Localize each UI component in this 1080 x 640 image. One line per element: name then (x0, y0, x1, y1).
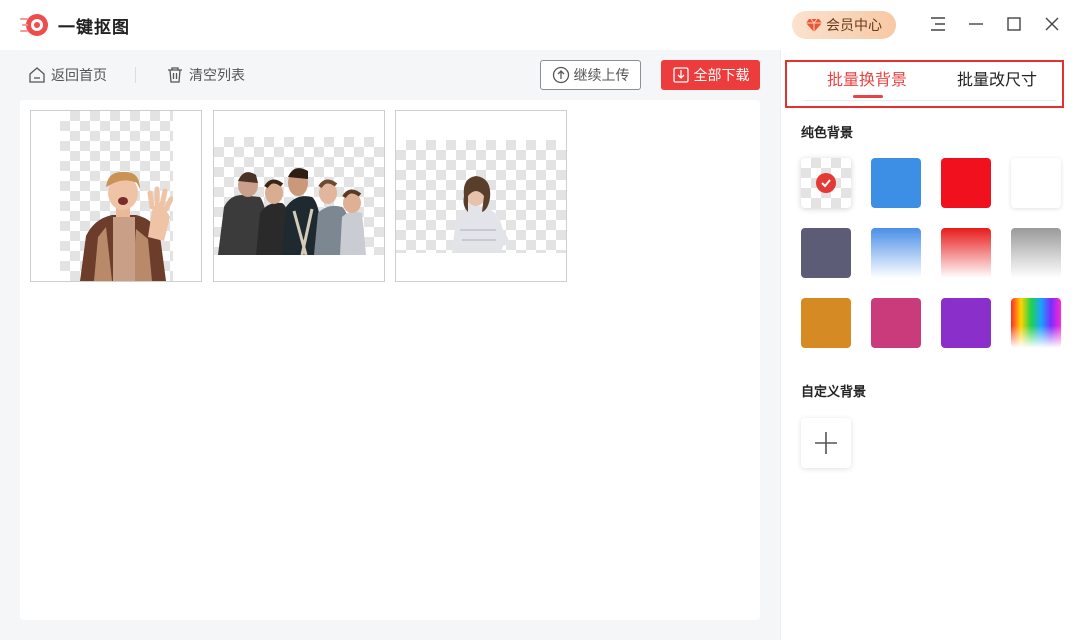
swatch-gray-gradient[interactable] (1011, 228, 1061, 278)
diamond-icon (806, 18, 822, 32)
solid-background-heading: 纯色背景 (801, 126, 854, 141)
tab-divider (803, 100, 1057, 101)
swatch-purple[interactable] (941, 298, 991, 348)
swatch-red[interactable] (941, 158, 991, 208)
plus-icon (815, 432, 837, 454)
group-of-friends-cutout (218, 168, 366, 255)
woman-waving-cutout (80, 171, 173, 281)
clear-list-label: 清空列表 (189, 68, 245, 84)
swatch-red-gradient[interactable] (941, 228, 991, 278)
vip-center-button[interactable]: 会员中心 (792, 11, 896, 39)
tab-batch-background[interactable]: 批量换背景 (827, 66, 907, 90)
upload-icon (552, 66, 569, 84)
menu-button[interactable] (928, 14, 948, 34)
minimize-button[interactable] (966, 14, 986, 34)
minimize-icon (969, 23, 983, 25)
maximize-button[interactable] (1004, 14, 1024, 34)
app-logo-icon (20, 14, 48, 36)
swatch-white[interactable] (1011, 158, 1061, 208)
close-button[interactable] (1042, 14, 1062, 34)
tab-batch-resize[interactable]: 批量改尺寸 (957, 66, 1037, 90)
menu-icon (931, 17, 945, 31)
image-thumbnail-1[interactable] (30, 110, 202, 282)
swatch-rainbow[interactable] (1011, 298, 1061, 348)
add-custom-background-button[interactable] (801, 418, 851, 468)
clear-list-button[interactable]: 清空列表 (166, 65, 245, 85)
swatch-blue-gradient[interactable] (871, 228, 921, 278)
swatch-pink[interactable] (871, 298, 921, 348)
continue-upload-button[interactable]: 继续上传 (540, 60, 641, 90)
app-title: 一键抠图 (58, 18, 130, 38)
active-tab-indicator (853, 95, 883, 98)
selected-check-icon (816, 173, 836, 193)
home-icon (29, 67, 45, 83)
download-all-button[interactable]: 全部下载 (661, 60, 760, 90)
close-icon (1045, 17, 1059, 31)
swatch-slate[interactable] (801, 228, 851, 278)
toolbar: 返回首页 清空列表 继续上传 全部下载 (20, 50, 760, 100)
image-thumbnail-2[interactable] (213, 110, 385, 282)
swatch-orange[interactable] (801, 298, 851, 348)
vip-center-label: 会员中心 (826, 18, 882, 34)
custom-background-heading: 自定义背景 (801, 385, 867, 400)
download-icon (672, 67, 689, 83)
panel-tabs: 批量换背景 批量改尺寸 (785, 60, 1064, 108)
swatch-blue[interactable] (871, 158, 921, 208)
image-thumbnail-3[interactable] (395, 110, 567, 282)
settings-panel: 批量换背景 批量改尺寸 纯色背景 自定义背景 (780, 50, 1080, 640)
back-home-label: 返回首页 (51, 68, 107, 84)
continue-upload-label: 继续上传 (573, 68, 630, 84)
back-home-button[interactable]: 返回首页 (28, 65, 107, 85)
maximize-icon (1007, 17, 1021, 31)
swatch-transparent[interactable] (801, 158, 851, 208)
trash-icon (168, 67, 182, 83)
toolbar-divider (135, 67, 136, 83)
girl-walking-cutout (452, 176, 510, 253)
image-list (20, 100, 760, 620)
download-all-label: 全部下载 (693, 68, 750, 84)
title-bar: 一键抠图 会员中心 (0, 0, 1080, 50)
